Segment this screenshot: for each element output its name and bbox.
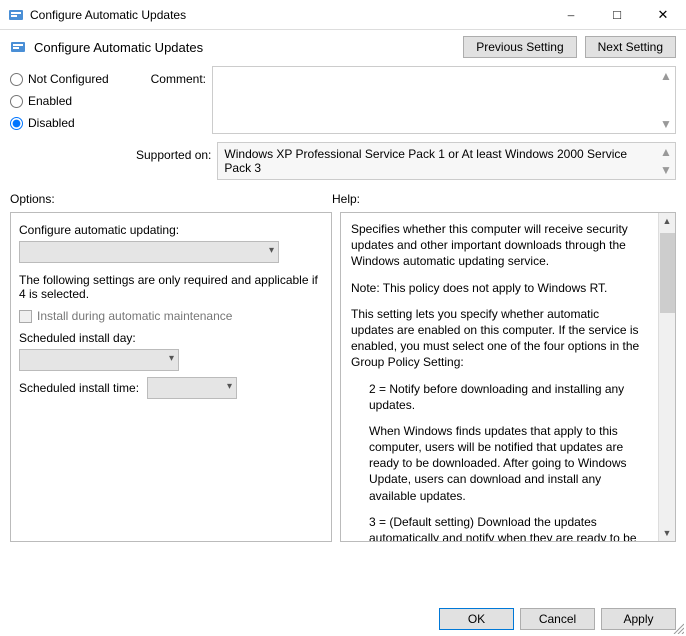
options-panel: Configure automatic updating: ▾ The foll… xyxy=(10,212,332,542)
configure-updating-select: ▾ xyxy=(19,241,279,263)
help-p4: 2 = Notify before downloading and instal… xyxy=(351,381,645,413)
policy-icon xyxy=(10,39,26,55)
checkbox-icon xyxy=(19,310,32,323)
next-setting-button[interactable]: Next Setting xyxy=(585,36,676,58)
help-p3: This setting lets you specify whether au… xyxy=(351,306,645,371)
install-maintenance-label: Install during automatic maintenance xyxy=(37,309,232,323)
scheduled-day-label: Scheduled install day: xyxy=(19,331,323,345)
chevron-down-icon: ▾ xyxy=(169,353,174,364)
install-maintenance-checkbox: Install during automatic maintenance xyxy=(19,309,323,323)
scheduled-time-select: ▾ xyxy=(147,377,237,399)
comment-scrollbar[interactable]: ▲▼ xyxy=(659,69,673,131)
policy-title: Configure Automatic Updates xyxy=(34,40,463,55)
radio-enabled-label: Enabled xyxy=(28,94,72,108)
help-p6: 3 = (Default setting) Download the updat… xyxy=(351,514,645,542)
comment-textarea[interactable]: ▲▼ xyxy=(212,66,676,134)
supported-scrollbar[interactable]: ▲▼ xyxy=(659,145,673,177)
apply-button[interactable]: Apply xyxy=(601,608,676,630)
supported-on-text: Windows XP Professional Service Pack 1 o… xyxy=(224,147,627,175)
supported-on-label: Supported on: xyxy=(136,142,211,162)
minimize-button[interactable]: – xyxy=(548,0,594,29)
help-p5: When Windows finds updates that apply to… xyxy=(351,423,645,504)
radio-disabled-input[interactable] xyxy=(10,117,23,130)
radio-not-configured-label: Not Configured xyxy=(28,72,109,86)
scroll-down-icon[interactable]: ▼ xyxy=(663,525,672,541)
options-label: Options: xyxy=(10,192,332,206)
help-p1: Specifies whether this computer will rec… xyxy=(351,221,645,270)
radio-not-configured[interactable]: Not Configured xyxy=(10,72,130,86)
radio-disabled-label: Disabled xyxy=(28,116,75,130)
radio-disabled[interactable]: Disabled xyxy=(10,116,130,130)
help-scrollbar[interactable]: ▲ ▼ xyxy=(658,213,675,541)
help-text: Specifies whether this computer will rec… xyxy=(351,221,665,542)
comment-label: Comment: xyxy=(136,66,206,86)
supported-on-box: Windows XP Professional Service Pack 1 o… xyxy=(217,142,676,180)
app-icon xyxy=(8,7,24,23)
scheduled-day-select: ▾ xyxy=(19,349,179,371)
configure-updating-label: Configure automatic updating: xyxy=(19,223,323,237)
radio-not-configured-input[interactable] xyxy=(10,73,23,86)
scheduled-time-label: Scheduled install time: xyxy=(19,381,139,395)
previous-setting-button[interactable]: Previous Setting xyxy=(463,36,576,58)
radio-enabled-input[interactable] xyxy=(10,95,23,108)
radio-enabled[interactable]: Enabled xyxy=(10,94,130,108)
scroll-up-icon[interactable]: ▲ xyxy=(663,213,672,229)
chevron-down-icon: ▾ xyxy=(269,245,274,256)
help-label: Help: xyxy=(332,192,360,206)
chevron-down-icon: ▾ xyxy=(227,381,232,392)
help-panel: Specifies whether this computer will rec… xyxy=(340,212,676,542)
close-button[interactable]: ✕ xyxy=(640,0,686,29)
ok-button[interactable]: OK xyxy=(439,608,514,630)
help-p2: Note: This policy does not apply to Wind… xyxy=(351,280,645,296)
scroll-thumb[interactable] xyxy=(660,233,675,313)
required-note: The following settings are only required… xyxy=(19,273,323,301)
window-title: Configure Automatic Updates xyxy=(30,8,548,22)
cancel-button[interactable]: Cancel xyxy=(520,608,595,630)
maximize-button[interactable]: □ xyxy=(594,0,640,29)
resize-grip[interactable] xyxy=(672,622,684,634)
